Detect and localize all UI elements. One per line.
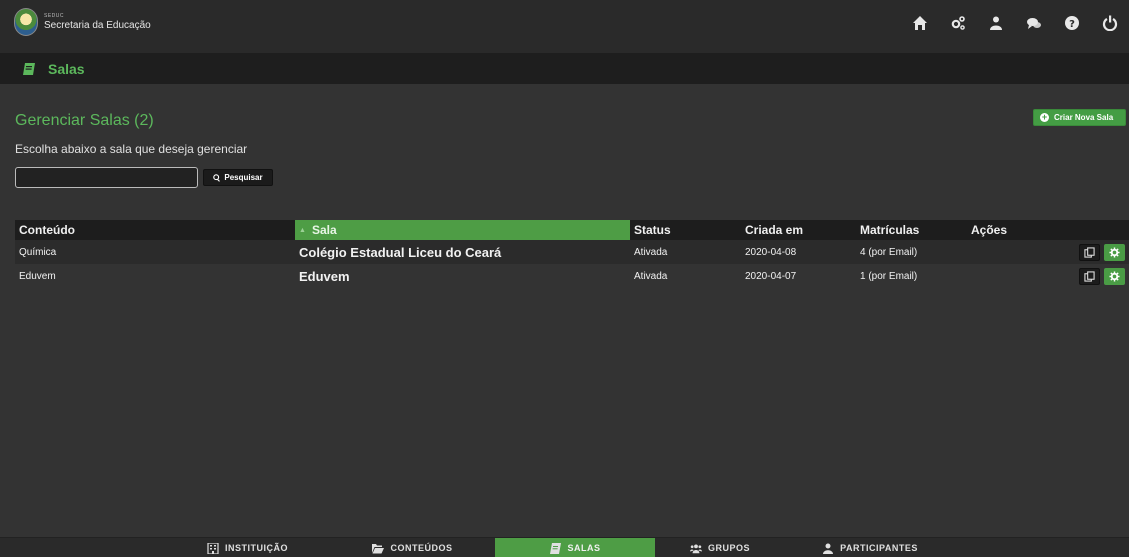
nav-item-label: CONTEÚDOS [390, 543, 453, 553]
cell-criada-em: 2020-04-08 [745, 246, 797, 258]
cell-sala[interactable]: Colégio Estadual Liceu do Ceará [295, 245, 630, 260]
nav-item-instituicao[interactable]: INSTITUIÇÃO [165, 538, 330, 557]
header-actions: ? [901, 12, 1129, 34]
group-icon [689, 543, 702, 553]
building-icon [207, 542, 219, 554]
home-icon[interactable] [901, 12, 939, 34]
section-title: Gerenciar Salas (2) [15, 112, 154, 129]
nav-item-label: PARTICIPANTES [840, 543, 918, 553]
book-icon [550, 542, 562, 554]
state-seal-logo [14, 8, 38, 36]
column-header-conteudo[interactable]: Conteúdo [15, 220, 295, 240]
brand[interactable]: SEDUC Secretaria da Educação [14, 8, 151, 36]
row-actions [967, 243, 1129, 261]
search-input[interactable] [15, 167, 198, 188]
user-icon[interactable] [977, 12, 1015, 34]
column-header-sala[interactable]: ▲ Sala [295, 220, 630, 240]
cogs-icon[interactable] [939, 12, 977, 34]
nav-item-conteudos[interactable]: CONTEÚDOS [330, 538, 495, 557]
nav-item-salas[interactable]: SALAS [495, 538, 655, 557]
copy-icon [1084, 270, 1095, 282]
gear-icon [1109, 246, 1120, 258]
search-icon [213, 173, 221, 182]
search-button-label: Pesquisar [224, 173, 263, 182]
power-icon[interactable] [1091, 12, 1129, 34]
copy-icon [1084, 246, 1095, 258]
nav-item-participantes[interactable]: PARTICIPANTES [785, 538, 955, 557]
cell-status: Ativada [634, 246, 668, 258]
settings-button[interactable] [1104, 243, 1125, 261]
nav-item-label: INSTITUIÇÃO [225, 543, 288, 553]
comments-icon[interactable] [1015, 12, 1053, 34]
create-room-label: Criar Nova Sala [1054, 113, 1114, 122]
brand-name: Secretaria da Educação [44, 19, 151, 31]
instructions-text: Escolha abaixo a sala que deseja gerenci… [15, 142, 248, 156]
column-header-acoes: Ações [971, 223, 1008, 237]
svg-text:?: ? [1069, 19, 1075, 30]
cell-criada-em: 2020-04-07 [745, 270, 797, 282]
search-button[interactable]: Pesquisar [203, 169, 273, 186]
create-room-button[interactable]: + Criar Nova Sala [1033, 109, 1126, 126]
gear-icon [1109, 270, 1120, 282]
brand-small-text: SEDUC [44, 12, 65, 19]
book-icon [23, 62, 35, 75]
cell-conteudo: Eduvem [19, 270, 56, 282]
plus-circle-icon: + [1040, 112, 1049, 122]
cell-matriculas: 1 (por Email) [860, 270, 918, 282]
nav-item-label: GRUPOS [707, 543, 750, 553]
sort-asc-icon: ▲ [299, 226, 306, 234]
column-header-status[interactable]: Status [630, 220, 741, 240]
table-row[interactable]: Química Colégio Estadual Liceu do Ceará … [15, 240, 1129, 264]
bottom-navigation: INSTITUIÇÃO CONTEÚDOS SALAS GRUPOS PARTI… [0, 537, 1129, 557]
folder-open-icon [372, 543, 385, 553]
nav-item-grupos[interactable]: GRUPOS [655, 538, 785, 557]
question-icon[interactable]: ? [1053, 12, 1091, 34]
cell-sala[interactable]: Eduvem [295, 269, 630, 284]
cell-matriculas: 4 (por Email) [860, 246, 918, 258]
column-header-sala-label: Sala [311, 223, 337, 237]
copy-button[interactable] [1079, 267, 1100, 285]
column-header-matriculas[interactable]: Matrículas [856, 220, 967, 240]
table-row[interactable]: Eduvem Eduvem Ativada 2020-04-07 1 (por … [15, 264, 1129, 288]
row-actions [967, 267, 1129, 285]
copy-button[interactable] [1079, 243, 1100, 261]
table-header: Conteúdo ▲ Sala Status Criada em Matrícu… [15, 220, 1129, 240]
user-icon [823, 543, 834, 554]
column-header-criada-em[interactable]: Criada em [741, 220, 856, 240]
nav-item-label: SALAS [567, 543, 601, 553]
page-header: Salas [0, 53, 1129, 84]
top-header: SEDUC Secretaria da Educação ? [0, 0, 1129, 53]
cell-status: Ativada [634, 270, 668, 282]
rooms-table: Conteúdo ▲ Sala Status Criada em Matrícu… [15, 220, 1129, 288]
settings-button[interactable] [1104, 267, 1125, 285]
page-title: Salas [48, 60, 85, 77]
cell-conteudo: Química [19, 246, 57, 258]
